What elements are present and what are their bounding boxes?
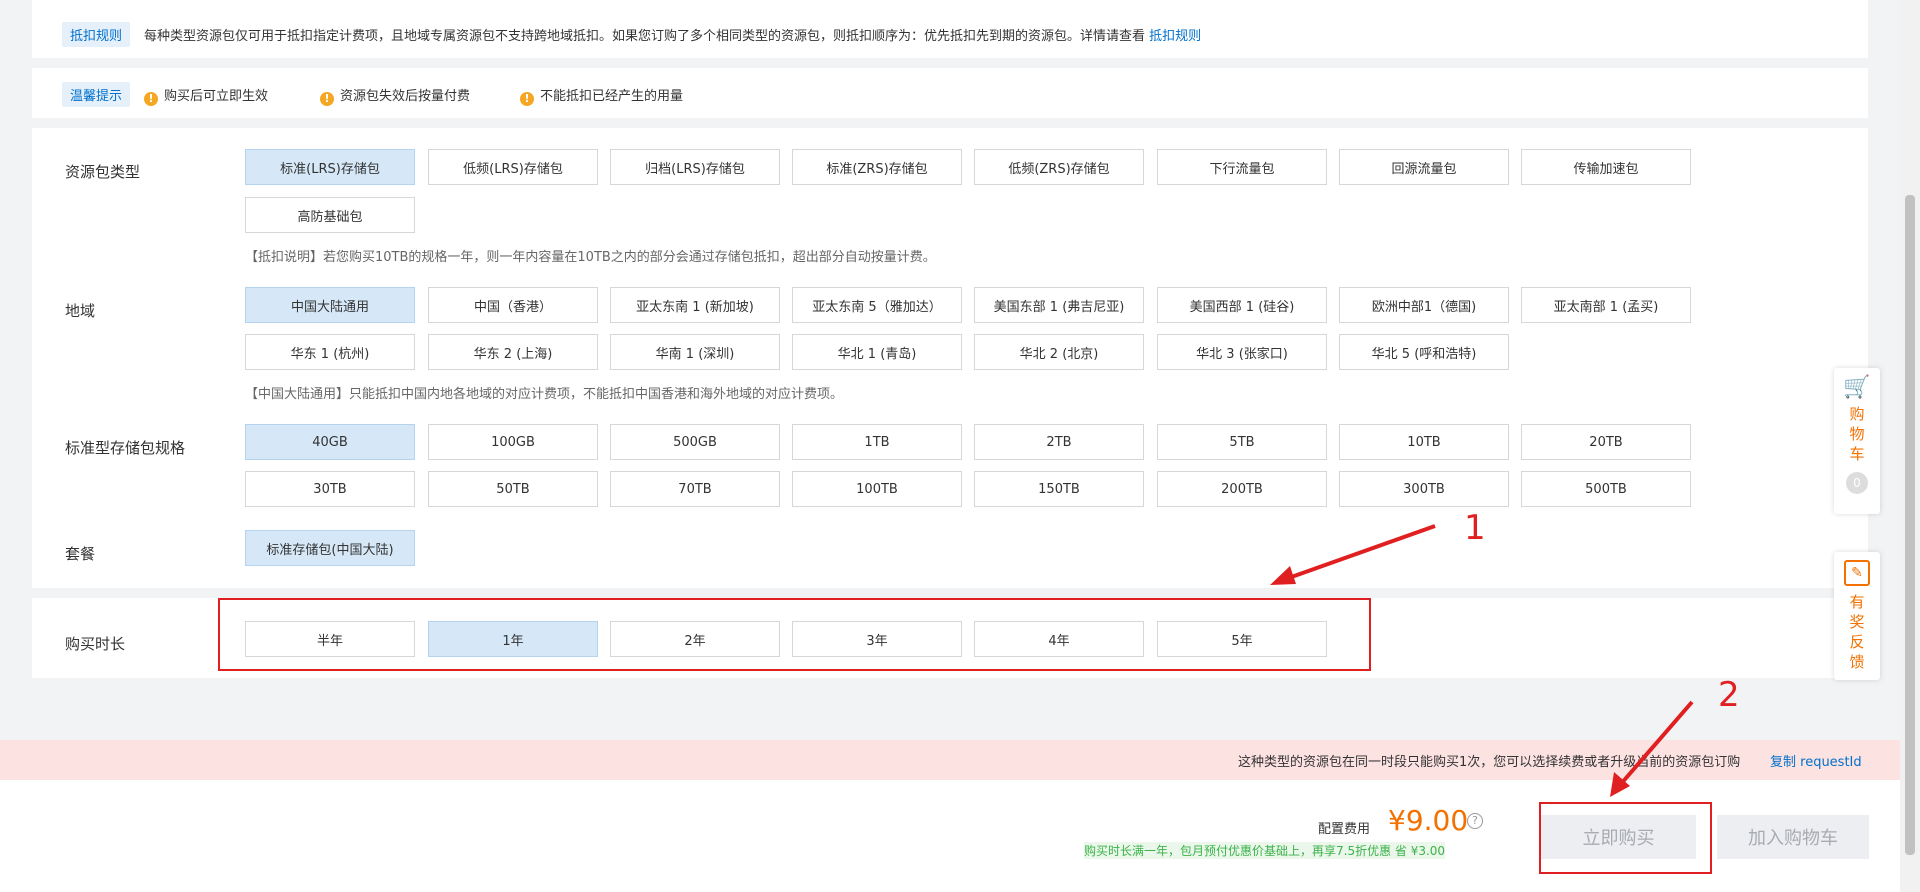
region-option[interactable]: 华东 2 (上海) (428, 334, 598, 370)
tips-card: 温馨提示 ! 购买后可立即生效 ! 资源包失效后按量付费 ! 不能抵扣已经产生的用量 (32, 68, 1868, 118)
package-option[interactable]: 低频(LRS)存储包 (428, 149, 598, 185)
warning-icon: ! (320, 92, 334, 106)
cart-side-button[interactable]: 🛒 购物车 0 (1834, 368, 1880, 514)
spec-option[interactable]: 30TB (245, 471, 415, 507)
package-note: 【抵扣说明】若您购买10TB的规格一年，则一年内容量在10TB之内的部分会通过存… (245, 250, 936, 265)
cart-count-badge: 0 (1846, 472, 1868, 494)
package-option[interactable]: 下行流量包 (1157, 149, 1327, 185)
region-option[interactable]: 华北 5 (呼和浩特) (1339, 334, 1509, 370)
tip-item: ! 购买后可立即生效 (144, 85, 268, 106)
plan-option[interactable]: 标准存储包(中国大陆) (245, 530, 415, 566)
cart-label: 购物车 (1849, 405, 1865, 463)
spec-option[interactable]: 150TB (974, 471, 1144, 507)
alert-text: 这种类型的资源包在同一时段只能购买1次，您可以选择续费或者升级当前的资源包订购 (1238, 755, 1741, 770)
spec-option[interactable]: 100GB (428, 424, 598, 460)
region-option[interactable]: 华南 1 (深圳) (610, 334, 780, 370)
region-option[interactable]: 欧洲中部1（德国) (1339, 287, 1509, 323)
region-option[interactable]: 华东 1 (杭州) (245, 334, 415, 370)
cart-icon: 🛒 (1843, 375, 1871, 400)
notice-card: 抵扣规则 每种类型资源包仅可用于抵扣指定计费项，且地域专属资源包不支持跨地域抵扣… (32, 0, 1868, 58)
spec-option[interactable]: 1TB (792, 424, 962, 460)
package-option[interactable]: 高防基础包 (245, 197, 415, 233)
region-option[interactable]: 亚太东南 1 (新加坡) (610, 287, 780, 323)
spec-option[interactable]: 10TB (1339, 424, 1509, 460)
package-option[interactable]: 低频(ZRS)存储包 (974, 149, 1144, 185)
rule-text: 每种类型资源包仅可用于抵扣指定计费项，且地域专属资源包不支持跨地域抵扣。如果您订… (144, 25, 1201, 44)
spec-option[interactable]: 20TB (1521, 424, 1691, 460)
spec-option[interactable]: 300TB (1339, 471, 1509, 507)
spec-option[interactable]: 5TB (1157, 424, 1327, 460)
region-option[interactable]: 中国（香港） (428, 287, 598, 323)
region-label: 地域 (65, 302, 96, 320)
tip-tag: 温馨提示 (62, 82, 131, 107)
annotation-box-duration (218, 598, 1371, 671)
scrollbar-thumb[interactable] (1905, 195, 1915, 855)
annotation-label-2: 2 (1718, 675, 1740, 715)
duration-label: 购买时长 (65, 635, 126, 653)
help-icon[interactable]: ? (1467, 813, 1483, 829)
fee-label: 配置费用 (1318, 822, 1371, 837)
spec-option[interactable]: 2TB (974, 424, 1144, 460)
discount-text: 购买时长满一年，包月预付优惠价基础上，再享7.5折优惠 省 ¥3.00 (1084, 842, 1446, 859)
package-option[interactable]: 标准(ZRS)存储包 (792, 149, 962, 185)
tip-item: ! 不能抵扣已经产生的用量 (520, 85, 683, 106)
warning-icon: ! (520, 92, 534, 106)
plan-label: 套餐 (65, 545, 96, 563)
rule-link[interactable]: 抵扣规则 (1149, 29, 1201, 44)
price: ¥9.00 (1388, 804, 1469, 837)
copy-request-id-link[interactable]: 复制 requestId (1770, 751, 1862, 770)
spec-option[interactable]: 100TB (792, 471, 962, 507)
region-option[interactable]: 美国东部 1 (弗吉尼亚) (974, 287, 1144, 323)
spec-option[interactable]: 200TB (1157, 471, 1327, 507)
alert-bar: 这种类型的资源包在同一时段只能购买1次，您可以选择续费或者升级当前的资源包订购 … (0, 740, 1920, 780)
region-note: 【中国大陆通用】只能抵扣中国内地各地域的对应计费项，不能抵扣中国香港和海外地域的… (245, 387, 844, 402)
package-option[interactable]: 标准(LRS)存储包 (245, 149, 415, 185)
spec-label: 标准型存储包规格 (65, 439, 186, 457)
region-option[interactable]: 亚太东南 5（雅加达） (792, 287, 962, 323)
annotation-label-1: 1 (1464, 508, 1486, 548)
warning-icon: ! (144, 92, 158, 106)
region-option[interactable]: 华北 3 (张家口) (1157, 334, 1327, 370)
package-option[interactable]: 回源流量包 (1339, 149, 1509, 185)
tip-item: ! 资源包失效后按量付费 (320, 85, 470, 106)
rule-text-body: 每种类型资源包仅可用于抵扣指定计费项，且地域专属资源包不支持跨地域抵扣。如果您订… (144, 29, 1146, 44)
package-option[interactable]: 归档(LRS)存储包 (610, 149, 780, 185)
spec-option[interactable]: 50TB (428, 471, 598, 507)
feedback-side-button[interactable]: ✎ 有奖反馈 (1834, 552, 1880, 680)
region-option[interactable]: 华北 1 (青岛) (792, 334, 962, 370)
region-option[interactable]: 美国西部 1 (硅谷) (1157, 287, 1327, 323)
package-type-label: 资源包类型 (65, 163, 141, 181)
spec-option[interactable]: 70TB (610, 471, 780, 507)
spec-option[interactable]: 500GB (610, 424, 780, 460)
feedback-label: 有奖反馈 (1849, 593, 1865, 671)
add-to-cart-button[interactable]: 加入购物车 (1717, 815, 1869, 859)
region-option[interactable]: 华北 2 (北京) (974, 334, 1144, 370)
region-option[interactable]: 亚太南部 1 (孟买) (1521, 287, 1691, 323)
package-option[interactable]: 传输加速包 (1521, 149, 1691, 185)
annotation-box-buy (1539, 802, 1712, 874)
rule-tag: 抵扣规则 (62, 22, 131, 47)
spec-option[interactable]: 40GB (245, 424, 415, 460)
edit-icon: ✎ (1844, 560, 1870, 586)
spec-option[interactable]: 500TB (1521, 471, 1691, 507)
region-option[interactable]: 中国大陆通用 (245, 287, 415, 323)
